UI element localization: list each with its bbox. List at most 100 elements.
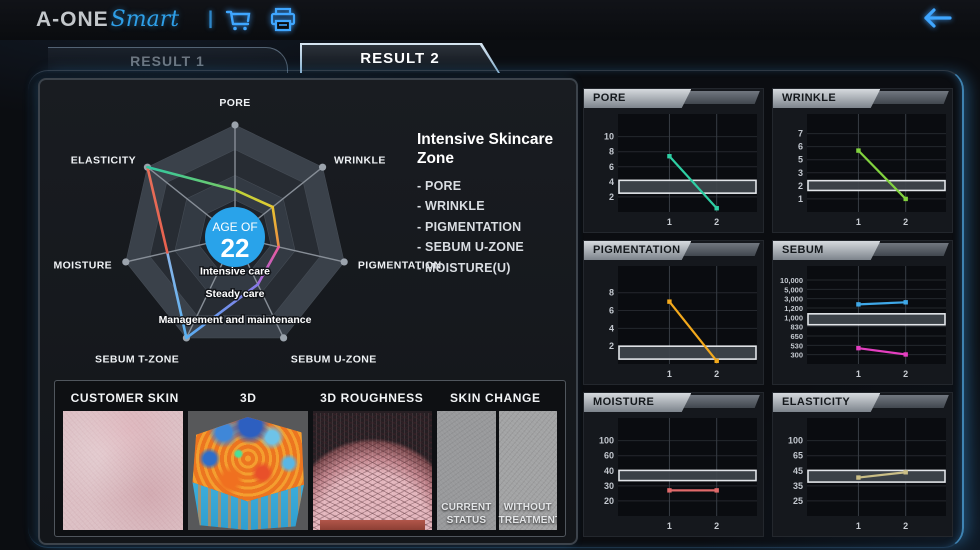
without-treatment-label: WITHOUTTREATMENT	[499, 502, 557, 527]
gallery-header-skin-change: SKIN CHANGE	[434, 387, 558, 411]
chart-panel-moisture: MOISTURE 2030406010012	[583, 392, 764, 537]
svg-text:2: 2	[798, 181, 803, 191]
svg-text:5: 5	[798, 155, 803, 165]
chart-sebum: 3005306508301,0001,2003,0005,00010,00012	[773, 261, 954, 385]
brand-script-text: Smart	[111, 7, 179, 32]
skin-gallery: CUSTOMER SKIN 3D 3D ROUGHNESS SKIN CHANG…	[54, 380, 566, 537]
chart-title-pore: PORE	[584, 89, 691, 108]
svg-text:10,000: 10,000	[780, 276, 803, 285]
svg-text:Management and maintenance: Management and maintenance	[159, 314, 312, 326]
svg-text:6: 6	[798, 142, 803, 152]
svg-text:PORE: PORE	[219, 97, 250, 109]
svg-text:2: 2	[903, 521, 908, 531]
radar-chart: Intensive care Steady care Management and …	[44, 88, 442, 384]
without-treatment-image: WITHOUTTREATMENT	[499, 411, 557, 530]
3d-roughness-image	[313, 411, 433, 530]
chart-panel-pigmentation: PIGMENTATION 246812	[583, 240, 764, 385]
svg-text:35: 35	[793, 481, 803, 491]
svg-text:22: 22	[221, 233, 250, 263]
roughness-base	[320, 520, 425, 530]
gallery-header-3d-roughness: 3D ROUGHNESS	[310, 387, 434, 411]
zone-item: - SEBUM U-ZONE	[417, 240, 577, 254]
chart-panel-pore: PORE 24681012	[583, 88, 764, 233]
tab-result-2[interactable]: RESULT 2	[300, 43, 500, 73]
svg-text:40: 40	[604, 466, 614, 476]
svg-text:2: 2	[714, 369, 719, 379]
svg-text:WRINKLE: WRINKLE	[334, 155, 386, 167]
gallery-header-3d: 3D	[187, 387, 311, 411]
chart-panel-sebum: SEBUM 3005306508301,0001,2003,0005,00010…	[772, 240, 953, 385]
svg-text:1: 1	[667, 217, 672, 227]
tab-result-2-label: RESULT 2	[302, 45, 498, 73]
svg-text:2: 2	[609, 341, 614, 351]
svg-text:6: 6	[609, 162, 614, 172]
svg-text:1,000: 1,000	[784, 313, 803, 322]
chart-elasticity: 2535456510012	[773, 413, 954, 537]
svg-text:4: 4	[609, 323, 614, 333]
svg-text:25: 25	[793, 496, 803, 506]
chart-title-elasticity: ELASTICITY	[773, 393, 880, 412]
svg-text:AGE OF: AGE OF	[212, 220, 257, 234]
svg-text:2: 2	[903, 217, 908, 227]
printer-icon[interactable]	[268, 6, 298, 34]
svg-text:2: 2	[714, 521, 719, 531]
gallery-header-customer-skin: CUSTOMER SKIN	[63, 387, 187, 411]
chart-panel-wrinkle: WRINKLE 12356712	[772, 88, 953, 233]
toolbar-separator: |	[208, 8, 213, 29]
svg-text:100: 100	[599, 436, 614, 446]
svg-text:530: 530	[790, 341, 803, 350]
svg-text:7: 7	[798, 129, 803, 139]
svg-text:ELASTICITY: ELASTICITY	[71, 155, 136, 167]
svg-text:60: 60	[604, 451, 614, 461]
svg-text:1: 1	[856, 521, 861, 531]
svg-text:SEBUM T-ZONE: SEBUM T-ZONE	[95, 354, 179, 366]
svg-text:Intensive care: Intensive care	[200, 266, 270, 278]
app-root: { "header": { "brand": "A-ONE", "brand_s…	[0, 0, 980, 550]
zone-item: - PORE	[417, 179, 577, 193]
chart-title-sebum: SEBUM	[773, 241, 880, 260]
zone-item: - WRINKLE	[417, 199, 577, 213]
chart-wrinkle: 12356712	[773, 109, 954, 233]
chart-title-moisture: MOISTURE	[584, 393, 691, 412]
svg-text:2: 2	[609, 192, 614, 202]
cart-icon[interactable]	[224, 6, 254, 34]
chart-pore: 24681012	[584, 109, 765, 233]
svg-text:100: 100	[788, 436, 803, 446]
skin-change-images: CURRENTSTATUS WITHOUTTREATMENT	[437, 411, 557, 530]
svg-text:8: 8	[609, 288, 614, 298]
zone-item: - PIGMENTATION	[417, 220, 577, 234]
app-logo: A-ONE Smart	[36, 7, 179, 32]
zone-title: Intensive Skincare Zone	[417, 130, 577, 169]
svg-text:4: 4	[609, 177, 614, 187]
current-status-label: CURRENTSTATUS	[437, 502, 495, 527]
3d-image	[188, 411, 308, 530]
svg-text:1,200: 1,200	[784, 304, 803, 313]
chart-title-wrinkle: WRINKLE	[773, 89, 880, 108]
svg-text:3,000: 3,000	[784, 295, 803, 304]
svg-text:830: 830	[790, 323, 803, 332]
svg-text:1: 1	[667, 521, 672, 531]
svg-text:30: 30	[604, 481, 614, 491]
svg-text:300: 300	[790, 351, 803, 360]
zone-item: - MOISTURE(U)	[417, 261, 577, 275]
tab-result-1[interactable]: RESULT 1	[48, 47, 288, 73]
result-panel: Intensive care Steady care Management and …	[38, 78, 578, 545]
svg-text:650: 650	[790, 332, 803, 341]
svg-text:1: 1	[856, 369, 861, 379]
svg-text:SEBUM U-ZONE: SEBUM U-ZONE	[291, 354, 377, 366]
chart-pigmentation: 246812	[584, 261, 765, 385]
svg-text:5,000: 5,000	[784, 285, 803, 294]
back-arrow-icon[interactable]	[916, 4, 956, 32]
chart-title-pigmentation: PIGMENTATION	[584, 241, 691, 260]
zone-info: Intensive Skincare Zone - PORE - WRINKLE…	[417, 130, 577, 281]
svg-text:1: 1	[798, 194, 803, 204]
svg-text:8: 8	[609, 147, 614, 157]
customer-skin-image	[63, 411, 183, 530]
svg-text:MOISTURE: MOISTURE	[53, 260, 112, 272]
svg-text:65: 65	[793, 451, 803, 461]
svg-text:Steady care: Steady care	[206, 288, 265, 300]
brand-text: A-ONE	[36, 8, 109, 32]
chart-moisture: 2030406010012	[584, 413, 765, 537]
svg-text:1: 1	[667, 369, 672, 379]
svg-text:10: 10	[604, 132, 614, 142]
